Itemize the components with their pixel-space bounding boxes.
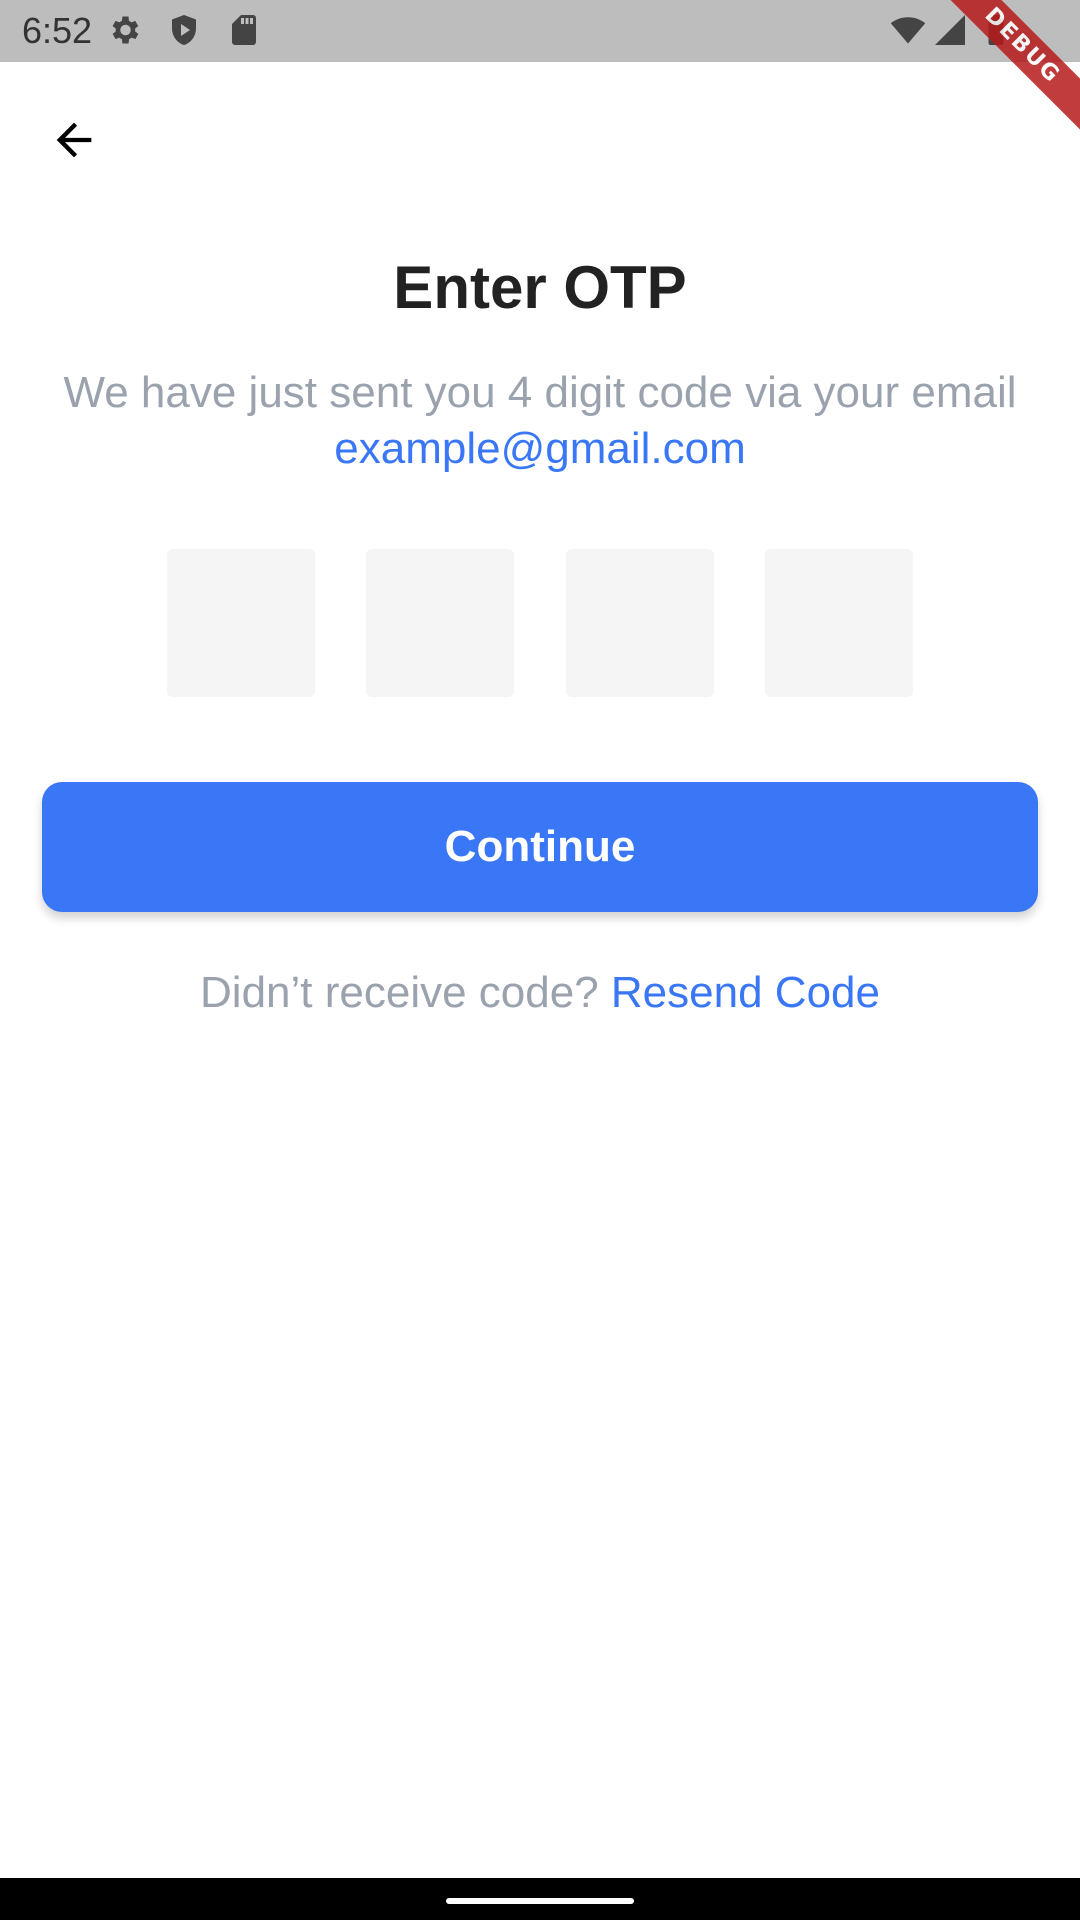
otp-digit-2[interactable] — [366, 549, 515, 697]
back-button[interactable] — [34, 100, 114, 180]
status-bar: 6:52 — [0, 0, 1080, 62]
otp-digit-3[interactable] — [565, 549, 714, 697]
resend-code-link[interactable]: Resend Code — [611, 968, 880, 1017]
wifi-icon — [890, 12, 926, 48]
arrow-back-icon — [48, 114, 100, 166]
resend-row: Didn’t receive code? Resend Code — [0, 963, 1080, 1023]
signal-icon — [932, 12, 968, 48]
battery-icon — [978, 12, 1014, 48]
status-time: 6:52 — [22, 10, 93, 51]
email-address: example@gmail.com — [334, 424, 746, 473]
resend-prompt: Didn’t receive code? — [200, 968, 611, 1017]
home-indicator[interactable] — [446, 1898, 634, 1904]
otp-input-row — [167, 549, 913, 697]
settings-icon — [106, 12, 142, 48]
navigation-bar — [0, 1878, 1080, 1920]
sd-card-icon — [226, 12, 262, 48]
otp-digit-1[interactable] — [167, 549, 315, 697]
page-title: Enter OTP — [393, 254, 687, 321]
otp-instructions-text: We have just sent you 4 digit code via y… — [63, 368, 1017, 417]
continue-button[interactable]: Continue — [42, 782, 1038, 912]
shield-play-icon — [166, 12, 202, 48]
otp-digit-4[interactable] — [764, 549, 913, 697]
otp-instructions: We have just sent you 4 digit code via y… — [60, 365, 1020, 477]
